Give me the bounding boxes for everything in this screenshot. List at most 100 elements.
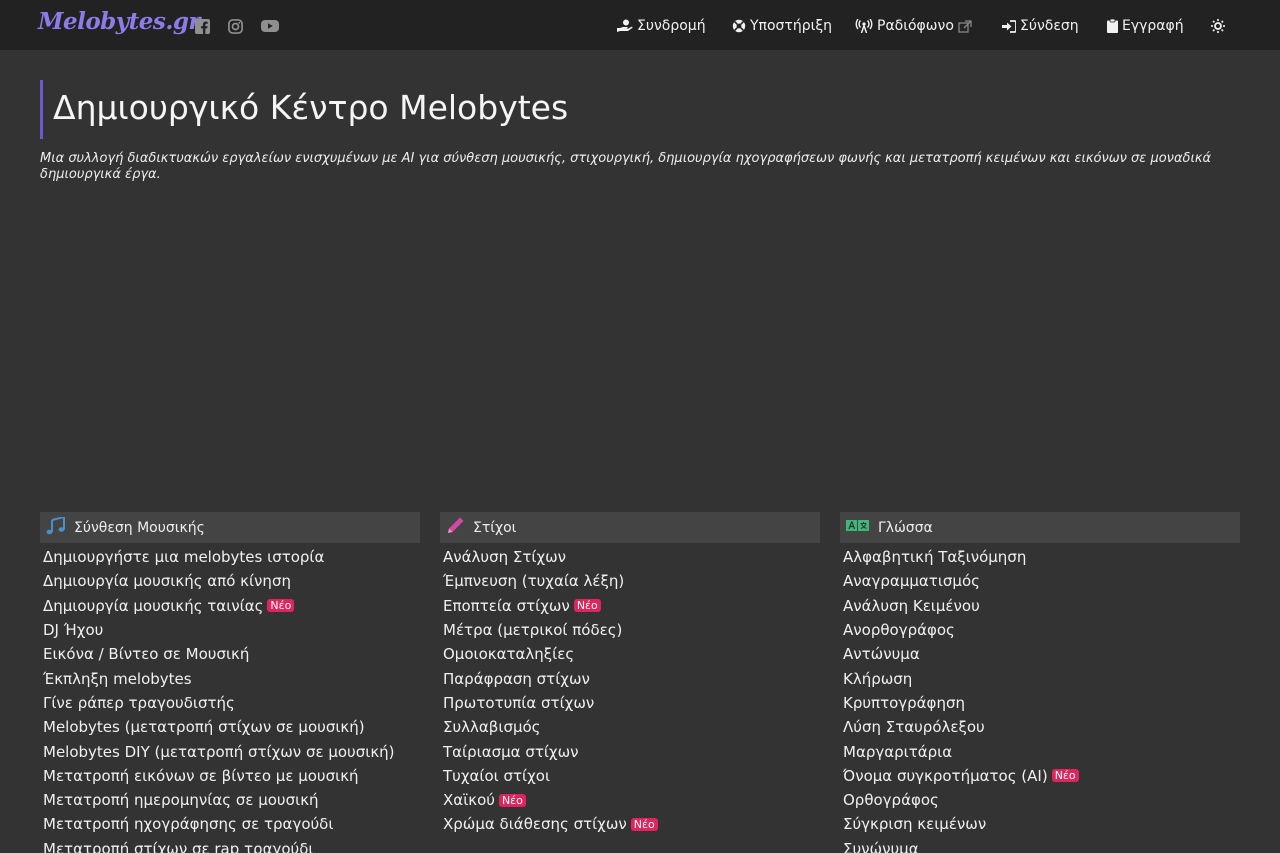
- nav-subscription[interactable]: Συνδρομή: [617, 16, 706, 36]
- instagram-icon[interactable]: [228, 17, 243, 35]
- tool-link-label: Σύγκριση κειμένων: [843, 815, 987, 834]
- tool-link[interactable]: Μετατροπή εικόνων σε βίντεο με μουσική: [40, 764, 420, 788]
- tool-link[interactable]: Αναγραμματισμός: [840, 569, 1240, 593]
- tool-link[interactable]: Ορθογράφος: [840, 788, 1240, 812]
- nav-support-label: Υποστήριξη: [750, 18, 833, 34]
- tool-link-label: Λύση Σταυρόλεξου: [843, 718, 985, 737]
- tool-link[interactable]: Δημιουργία μουσικής ταινίας Νέο: [40, 594, 420, 618]
- tool-link[interactable]: Σύγκριση κειμένων: [840, 812, 1240, 836]
- new-badge: Νέο: [573, 599, 601, 613]
- tool-link-label: Melobytes (μετατροπή στίχων σε μουσική): [43, 718, 365, 737]
- tool-link-label: Γίνε ράπερ τραγουδιστής: [43, 693, 235, 712]
- column-lyrics: Στίχοι Ανάλυση Στίχων Έμπνευση (τυχαία λέ…: [440, 512, 820, 837]
- tool-link[interactable]: Έμπνευση (τυχαία λέξη): [440, 569, 820, 593]
- clipboard-icon: [1107, 19, 1118, 33]
- tool-link[interactable]: Δημιουργήστε μια melobytes ιστορία: [40, 545, 420, 569]
- nav-login[interactable]: Σύνδεση: [1002, 16, 1079, 36]
- new-badge: Νέο: [1051, 769, 1079, 783]
- facebook-icon[interactable]: [195, 17, 210, 35]
- tool-link-label: DJ Ήχου: [43, 621, 104, 640]
- tool-link[interactable]: Κλήρωση: [840, 666, 1240, 690]
- tool-link[interactable]: Συλλαβισμός: [440, 715, 820, 739]
- tool-link-label: Ανάλυση Κειμένου: [843, 596, 980, 615]
- brand-logo[interactable]: Melobytes.gr: [38, 8, 201, 35]
- tool-link[interactable]: Συνώνυμα: [840, 837, 1240, 853]
- youtube-icon[interactable]: [261, 17, 279, 35]
- tool-link[interactable]: Ομοιοκαταληξίες: [440, 642, 820, 666]
- new-badge: Νέο: [267, 599, 295, 613]
- column-header-music: Σύνθεση Μουσικής: [40, 512, 420, 543]
- tool-link-label: Κλήρωση: [843, 669, 913, 688]
- nav-support[interactable]: Υποστήριξη: [732, 16, 832, 36]
- tool-link[interactable]: Κρυπτογράφηση: [840, 691, 1240, 715]
- tool-link-label: Έκπληξη melobytes: [43, 669, 192, 688]
- tool-link[interactable]: Έκπληξη melobytes: [40, 666, 420, 690]
- sun-icon: [1211, 19, 1225, 33]
- new-badge: Νέο: [630, 817, 658, 831]
- tool-link[interactable]: Ανορθογράφος: [840, 618, 1240, 642]
- tool-link-label: Αναγραμματισμός: [843, 572, 980, 591]
- tool-link-label: Αλφαβητική Ταξινόμηση: [843, 548, 1027, 567]
- tool-link[interactable]: Μετατροπή ημερομηνίας σε μουσική: [40, 788, 420, 812]
- external-link-icon: [958, 19, 972, 33]
- tool-link[interactable]: Εποπτεία στίχων Νέο: [440, 594, 820, 618]
- tool-link-label: Παράφραση στίχων: [443, 669, 590, 688]
- tool-link-label: Κρυπτογράφηση: [843, 693, 965, 712]
- column-header-language: Γλώσσα: [840, 512, 1240, 543]
- tool-link[interactable]: Εικόνα / Βίντεο σε Μουσική: [40, 642, 420, 666]
- tool-link-label: Μετατροπή ημερομηνίας σε μουσική: [43, 791, 319, 810]
- pencil-icon: [446, 516, 465, 539]
- tool-link[interactable]: Μέτρα (μετρικοί πόδες): [440, 618, 820, 642]
- tool-link-label: Ομοιοκαταληξίες: [443, 645, 575, 664]
- nav-register-label: Εγγραφή: [1122, 18, 1184, 34]
- tool-link-label: Μετατροπή ηχογράφησης σε τραγούδι: [43, 815, 334, 834]
- tool-link[interactable]: Λύση Σταυρόλεξου: [840, 715, 1240, 739]
- tool-link[interactable]: Μετατροπή στίχων σε rap τραγούδι: [40, 837, 420, 853]
- tool-link-label: Όνομα συγκροτήματος (AI): [843, 766, 1048, 785]
- tool-link-label: Μαργαριτάρια: [843, 742, 953, 761]
- tool-link-label: Αντώνυμα: [843, 645, 920, 664]
- tool-link[interactable]: Δημιουργία μουσικής από κίνηση: [40, 569, 420, 593]
- tool-link[interactable]: Παράφραση στίχων: [440, 666, 820, 690]
- tool-link-label: Μετατροπή εικόνων σε βίντεο με μουσική: [43, 766, 359, 785]
- tool-link[interactable]: Αντώνυμα: [840, 642, 1240, 666]
- tool-link[interactable]: DJ Ήχου: [40, 618, 420, 642]
- top-navbar: Melobytes.gr Συνδρομή Υποστήριξη Ραδιόφω…: [0, 0, 1280, 50]
- tool-list: Αλφαβητική Ταξινόμηση Αναγραμματισμός Ανάλ…: [840, 545, 1240, 853]
- tool-link-label: Ανορθογράφος: [843, 621, 955, 640]
- nav-radio[interactable]: Ραδιόφωνο: [855, 16, 972, 36]
- translate-icon: [846, 519, 870, 537]
- tool-link[interactable]: Πρωτοτυπία στίχων: [440, 691, 820, 715]
- tool-link[interactable]: Ανάλυση Κειμένου: [840, 594, 1240, 618]
- column-title: Γλώσσα: [878, 519, 933, 536]
- tool-link[interactable]: Χρώμα διάθεσης στίχων Νέο: [440, 812, 820, 836]
- tool-link[interactable]: Melobytes (μετατροπή στίχων σε μουσική): [40, 715, 420, 739]
- tool-link-label: Συνώνυμα: [843, 839, 919, 853]
- tool-link[interactable]: Ταίριασμα στίχων: [440, 739, 820, 763]
- tool-link-label: Melobytes DIY (μετατροπή στίχων σε μουσι…: [43, 742, 395, 761]
- tool-link[interactable]: Τυχαίοι στίχοι: [440, 764, 820, 788]
- music-note-icon: [46, 515, 66, 539]
- page-title: Δημιουργικό Κέντρο Melobytes: [53, 88, 569, 127]
- nav-login-label: Σύνδεση: [1020, 18, 1079, 34]
- tool-link[interactable]: Αλφαβητική Ταξινόμηση: [840, 545, 1240, 569]
- nav-register[interactable]: Εγγραφή: [1107, 16, 1184, 36]
- tool-link[interactable]: Μετατροπή ηχογράφησης σε τραγούδι: [40, 812, 420, 836]
- column-language: Γλώσσα Αλφαβητική Ταξινόμηση Αναγραμματισ…: [840, 512, 1240, 853]
- theme-toggle-button[interactable]: [1211, 16, 1225, 36]
- tool-link[interactable]: Ανάλυση Στίχων: [440, 545, 820, 569]
- nav-subscription-label: Συνδρομή: [637, 18, 706, 34]
- nav-radio-label: Ραδιόφωνο: [877, 18, 954, 34]
- column-music: Σύνθεση Μουσικής Δημιουργήστε μια meloby…: [40, 512, 420, 853]
- tool-link[interactable]: Χαϊκού Νέο: [440, 788, 820, 812]
- page-title-block: Δημιουργικό Κέντρο Melobytes: [40, 80, 640, 139]
- tool-link-label: Ταίριασμα στίχων: [443, 742, 579, 761]
- tool-link[interactable]: Γίνε ράπερ τραγουδιστής: [40, 691, 420, 715]
- tool-link[interactable]: Όνομα συγκροτήματος (AI) Νέο: [840, 764, 1240, 788]
- tool-link-label: Έμπνευση (τυχαία λέξη): [443, 572, 625, 591]
- tool-link[interactable]: Melobytes DIY (μετατροπή στίχων σε μουσι…: [40, 739, 420, 763]
- tool-link-label: Μέτρα (μετρικοί πόδες): [443, 621, 623, 640]
- tool-link[interactable]: Μαργαριτάρια: [840, 739, 1240, 763]
- tool-link-label: Ορθογράφος: [843, 791, 939, 810]
- tool-link-label: Χρώμα διάθεσης στίχων: [443, 815, 627, 834]
